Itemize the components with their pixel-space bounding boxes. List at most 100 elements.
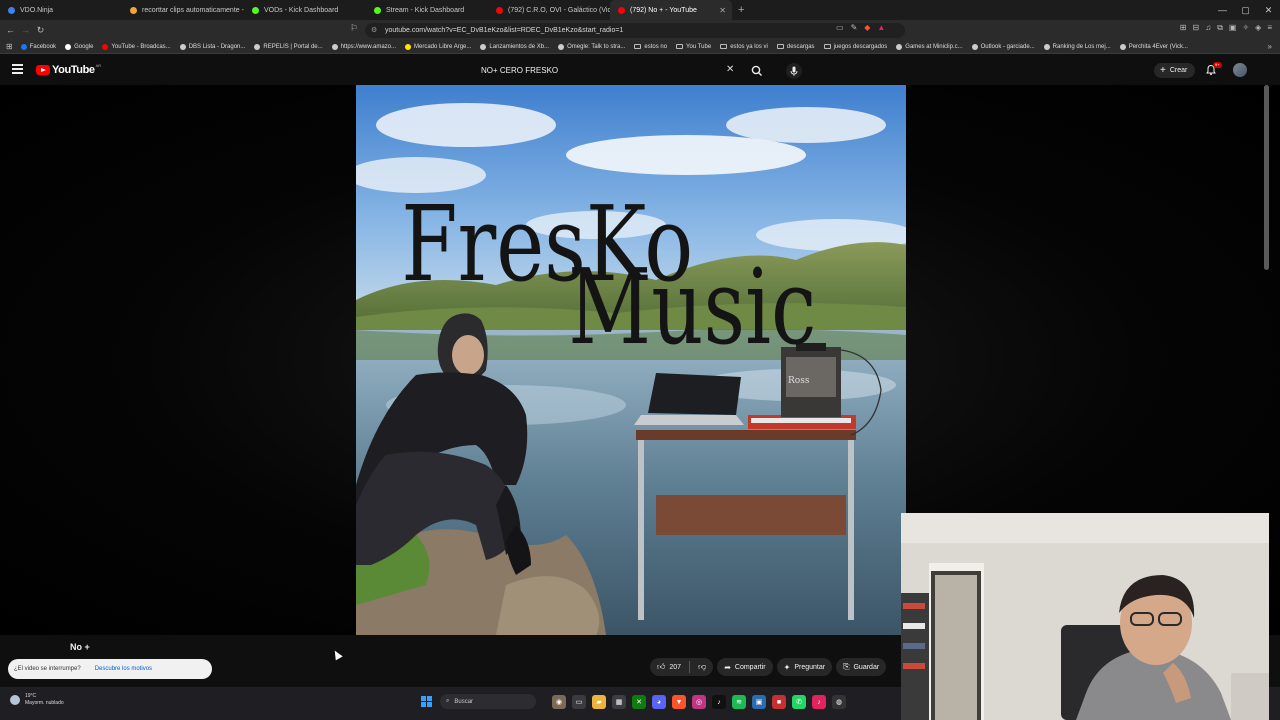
- site-info-icon[interactable]: ⚙: [371, 23, 377, 38]
- like-divider: [689, 661, 691, 673]
- clear-search-icon[interactable]: ✕: [726, 64, 734, 75]
- browser-tab[interactable]: recorttar clips automaticamente -: [122, 0, 244, 20]
- share-button[interactable]: ➦ Compartir: [717, 658, 773, 676]
- bookmark-item[interactable]: Perchita 4Ever (Vick...: [1119, 43, 1188, 50]
- vpn-icon[interactable]: ◈: [1255, 23, 1261, 33]
- minimize-icon[interactable]: —: [1211, 0, 1234, 20]
- bookmark-folder[interactable]: You Tube: [676, 44, 711, 50]
- bookmark-item[interactable]: Outlook - garciade...: [971, 43, 1035, 50]
- browser-tab[interactable]: VODs - Kick Dashboard: [244, 0, 366, 20]
- weather-text: Mayorm. nublado: [25, 700, 64, 706]
- close-window-icon[interactable]: ✕: [1257, 0, 1280, 20]
- share-icon: ➦: [724, 662, 731, 672]
- tiktok-studio-icon[interactable]: ♪: [812, 695, 826, 709]
- browser-tab[interactable]: (792) No + - YouTube ✕: [610, 0, 732, 20]
- folder-icon: [634, 44, 642, 49]
- bookmark-favicon-icon: [558, 43, 565, 50]
- bookmark-folder[interactable]: juegos descargados: [823, 44, 887, 50]
- windows-start-icon[interactable]: [421, 696, 432, 707]
- bookmark-item[interactable]: https://www.amazo...: [331, 43, 396, 50]
- bookmark-folder[interactable]: descargas: [776, 44, 815, 50]
- extensions-icon[interactable]: ⧉: [1217, 23, 1223, 33]
- page-scrollbar[interactable]: [1264, 85, 1269, 270]
- account-avatar[interactable]: [1233, 63, 1247, 77]
- more-bookmarks-icon[interactable]: »: [1268, 42, 1272, 51]
- close-tab-icon[interactable]: ✕: [719, 6, 726, 15]
- url-field[interactable]: ⚙ youtube.com/watch?v=EC_DvB1eKzo&list=R…: [365, 23, 905, 38]
- xbox-icon[interactable]: ✕: [632, 695, 646, 709]
- brave-icon[interactable]: ▼: [672, 695, 686, 709]
- whatsapp-icon[interactable]: ✆: [792, 695, 806, 709]
- bookmark-item[interactable]: DBS Lista - Dragon...: [179, 43, 245, 50]
- search-input[interactable]: NO+ CERO FRESKO: [474, 66, 744, 75]
- file-explorer-icon[interactable]: ▰: [592, 695, 606, 709]
- install-icon[interactable]: ▭: [836, 23, 844, 32]
- bookmark-item[interactable]: Games at Miniclip.c...: [896, 43, 963, 50]
- save-button[interactable]: ⎘ Guardar: [836, 658, 887, 676]
- bookmark-item[interactable]: Ranking de Los mej...: [1043, 43, 1111, 50]
- search-box[interactable]: NO+ CERO FRESKO ✕: [474, 62, 802, 79]
- hamburger-menu-icon[interactable]: [12, 64, 23, 76]
- window-controls: — ▢ ✕: [1211, 0, 1280, 20]
- plus-icon: +: [1160, 65, 1166, 76]
- create-button[interactable]: + Crear: [1154, 63, 1196, 78]
- cover-text-music: Music: [568, 246, 816, 368]
- like-dislike-segment: 👍︎ 207 👎︎: [650, 658, 714, 676]
- weather-widget[interactable]: 19°C Mayorm. nublado: [10, 693, 64, 707]
- thumbs-down-icon[interactable]: 👎︎: [698, 662, 706, 672]
- new-tab-icon[interactable]: +: [738, 4, 744, 16]
- microphone-icon[interactable]: [786, 63, 802, 79]
- bookmark-item[interactable]: YouTube - Broadcas...: [102, 43, 171, 50]
- interrupt-reasons-link[interactable]: Descubre los motivos: [95, 666, 152, 672]
- bookmark-item[interactable]: Mercado Libre Arge...: [405, 43, 471, 50]
- cover-artwork: Ross FresKo Music: [356, 85, 906, 635]
- bookmark-folder[interactable]: estos ya los vi: [720, 44, 768, 50]
- tiktok-icon[interactable]: ♪: [712, 695, 726, 709]
- bookmark-item[interactable]: Facebook: [20, 43, 56, 50]
- apps-icon[interactable]: ⊞: [6, 42, 13, 51]
- reader-icon[interactable]: ⊟: [1192, 23, 1199, 33]
- browser-tab[interactable]: Stream - Kick Dashboard: [366, 0, 488, 20]
- photos-icon[interactable]: ▣: [752, 695, 766, 709]
- menu-icon[interactable]: ≡: [1267, 23, 1272, 33]
- widgets-icon[interactable]: ◉: [552, 695, 566, 709]
- create-label: Crear: [1169, 67, 1188, 74]
- obs-icon[interactable]: ◍: [832, 695, 846, 709]
- bookmark-item[interactable]: Lanzamientos de Xb...: [480, 43, 549, 50]
- discord-icon[interactable]: ◕: [652, 695, 666, 709]
- brave-shield-icon[interactable]: ◆: [864, 23, 870, 32]
- browser-tab[interactable]: VDO.Ninja: [0, 0, 122, 20]
- thumbs-up-icon: 👍︎: [657, 662, 666, 671]
- bookmark-item[interactable]: Omegle: Talk to stra...: [558, 43, 625, 50]
- media-icon[interactable]: ♫: [1205, 23, 1211, 33]
- maximize-icon[interactable]: ▢: [1234, 0, 1257, 20]
- bookmark-item[interactable]: Google: [65, 43, 93, 50]
- share-page-icon[interactable]: ✎: [851, 23, 858, 32]
- wallet-icon[interactable]: ▣: [1229, 23, 1237, 33]
- instagram-icon[interactable]: ◎: [692, 695, 706, 709]
- like-button[interactable]: 👍︎ 207: [657, 662, 681, 672]
- back-icon[interactable]: ←: [3, 25, 18, 35]
- sidebar-icon[interactable]: ⊞: [1180, 23, 1187, 33]
- bookmark-folder[interactable]: estos no: [634, 44, 667, 50]
- bookmark-icon[interactable]: ⚐: [350, 23, 358, 34]
- taskbar-search[interactable]: ⌕ Buscar: [440, 694, 536, 709]
- bookmark-label: You Tube: [686, 43, 712, 50]
- spotify-icon[interactable]: ≋: [732, 695, 746, 709]
- weather-cloud-icon: [10, 695, 20, 705]
- forward-icon[interactable]: →: [18, 25, 33, 35]
- bookmark-item[interactable]: REPELIS | Portal de...: [254, 43, 323, 50]
- ask-button[interactable]: ✦ Preguntar: [776, 658, 833, 676]
- task-view-icon[interactable]: ▭: [572, 695, 586, 709]
- extensions-area: ⊞ ⊟ ♫ ⧉ ▣ ✧ ◈ ≡: [1180, 23, 1272, 33]
- capcut-icon[interactable]: ■: [772, 695, 786, 709]
- bookmark-label: YouTube - Broadcas...: [111, 43, 171, 50]
- ms-store-icon[interactable]: ▦: [612, 695, 626, 709]
- youtube-logo[interactable]: YouTube AR: [36, 63, 101, 76]
- bookmark-favicon-icon: [405, 43, 412, 50]
- search-icon[interactable]: [750, 65, 764, 77]
- browser-tab[interactable]: (792) C.R.O, OVI - Galáctico (Video C: [488, 0, 610, 20]
- reload-icon[interactable]: ↻: [33, 25, 48, 36]
- leo-icon[interactable]: ✧: [1242, 23, 1249, 33]
- rewards-icon[interactable]: ▲: [877, 23, 885, 32]
